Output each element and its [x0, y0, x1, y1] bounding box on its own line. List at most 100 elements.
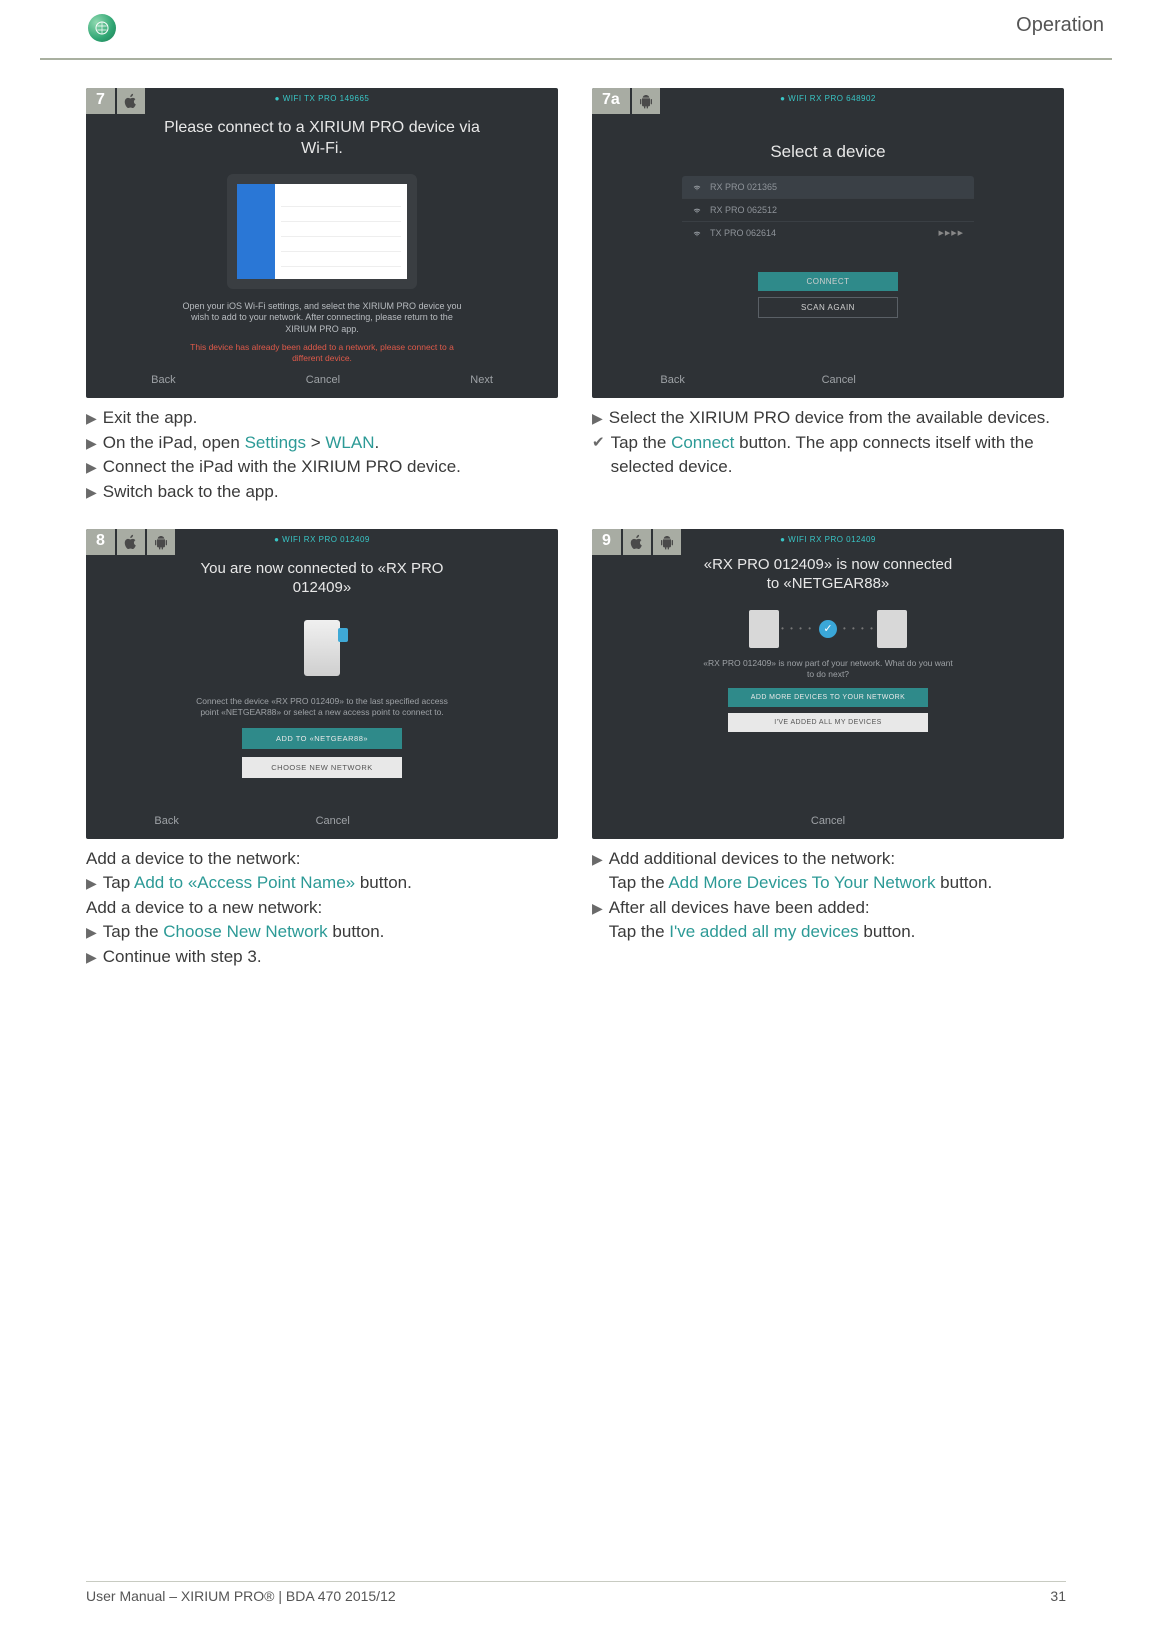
step7-instructions: ▶Exit the app. ▶On the iPad, open Settin…	[86, 406, 560, 505]
status-bar: ● WIFI TX PRO 149665	[275, 94, 370, 103]
instr-heading: Add a device to the network:	[86, 847, 560, 872]
checkmark-icon: ✓	[819, 620, 837, 638]
dots-icon: • • • •	[843, 624, 875, 633]
bullet-icon: ▶	[86, 406, 97, 430]
next-button[interactable]: Next	[470, 374, 493, 386]
instr-line: On the iPad, open Settings > WLAN.	[103, 431, 379, 456]
check-icon: ✔	[592, 431, 605, 455]
cancel-button[interactable]: Cancel	[306, 374, 340, 386]
bullet-icon: ▶	[86, 455, 97, 479]
step-number: 8	[86, 529, 115, 555]
add-to-ap-link: Add to «Access Point Name»	[134, 873, 355, 892]
step7a-block: 7a ● WIFI RX PRO 648902 Select a device …	[592, 88, 1066, 505]
bullet-icon: ▶	[86, 431, 97, 455]
connection-chain: • • • • ✓ • • • •	[592, 610, 1064, 648]
instr-line: Tap the Connect button. The app connects…	[611, 431, 1066, 480]
arrows-icon: ▶▶▶▶	[938, 229, 964, 237]
instr-line: Select the XIRIUM PRO device from the av…	[609, 406, 1050, 431]
wlan-link: WLAN	[325, 433, 374, 452]
android-icon	[653, 529, 681, 555]
cancel-button[interactable]: Cancel	[592, 815, 1064, 827]
apple-icon	[117, 88, 145, 114]
settings-link: Settings	[245, 433, 306, 452]
android-icon	[147, 529, 175, 555]
step9-instructions: ▶Add additional devices to the network: …	[592, 847, 1066, 946]
step8-badge: 8	[86, 529, 175, 555]
apple-icon	[117, 529, 145, 555]
status-bar: ● WIFI RX PRO 648902	[780, 94, 876, 103]
device-illustration	[298, 620, 346, 686]
bullet-icon: ▶	[86, 480, 97, 504]
instr-line: Tap the Add More Devices To Your Network…	[609, 871, 992, 896]
section-title: Operation	[1016, 14, 1104, 37]
screen-info: Open your iOS Wi-Fi settings, and select…	[86, 301, 558, 336]
screen-info: Connect the device «RX PRO 012409» to th…	[86, 696, 558, 718]
page-footer: User Manual – XIRIUM PRO® | BDA 470 2015…	[86, 1581, 1066, 1604]
step9-badge: 9	[592, 529, 681, 555]
device-row[interactable]: RX PRO 062512	[682, 198, 974, 221]
device-name: RX PRO 062512	[710, 205, 777, 215]
bullet-icon: ▶	[86, 871, 97, 895]
instr-line: Continue with step 3.	[103, 945, 262, 970]
instr-line: Connect the iPad with the XIRIUM PRO dev…	[103, 455, 461, 480]
screen-footer: Back Cancel Next	[86, 374, 558, 386]
footer-left: User Manual – XIRIUM PRO® | BDA 470 2015…	[86, 1588, 396, 1604]
spacer	[993, 374, 996, 386]
screen-warning: This device has already been added to a …	[86, 336, 558, 364]
page-number: 31	[1050, 1588, 1066, 1604]
spacer	[487, 815, 490, 827]
instr-line: Tap Add to «Access Point Name» button.	[103, 871, 412, 896]
screen-footer: Back Cancel	[86, 815, 558, 827]
screen-footer: Back Cancel	[592, 374, 1064, 386]
status-bar: ● WIFI RX PRO 012409	[274, 535, 370, 544]
device-row[interactable]: RX PRO 021365	[682, 176, 974, 198]
step8-block: 8 ● WIFI RX PRO 012409 You are now conne…	[86, 529, 560, 970]
device-box	[749, 610, 779, 648]
back-button[interactable]: Back	[154, 815, 178, 827]
bullet-icon: ▶	[592, 406, 603, 430]
add-more-link: Add More Devices To Your Network	[668, 873, 935, 892]
added-all-devices-button[interactable]: I'VE ADDED ALL MY DEVICES	[728, 713, 928, 732]
dots-icon: • • • •	[781, 624, 813, 633]
brand-logo	[88, 14, 116, 42]
step7a-instructions: ▶Select the XIRIUM PRO device from the a…	[592, 406, 1066, 480]
device-name: TX PRO 062614	[710, 228, 776, 238]
instr-line: After all devices have been added:	[609, 896, 870, 921]
apple-icon	[623, 529, 651, 555]
add-more-devices-button[interactable]: ADD MORE DEVICES TO YOUR NETWORK	[728, 688, 928, 707]
wifi-icon	[692, 205, 702, 215]
step9-screenshot: 9 ● WIFI RX PRO 012409 «RX PRO 012409» i…	[592, 529, 1064, 839]
content-grid: 7 ● WIFI TX PRO 149665 Please connect to…	[0, 60, 1152, 970]
step8-screenshot: 8 ● WIFI RX PRO 012409 You are now conne…	[86, 529, 558, 839]
step7-screenshot: 7 ● WIFI TX PRO 149665 Please connect to…	[86, 88, 558, 398]
scan-again-button[interactable]: SCAN AGAIN	[758, 297, 898, 318]
step-number: 9	[592, 529, 621, 555]
choose-network-link: Choose New Network	[163, 922, 327, 941]
instr-line: Add additional devices to the network:	[609, 847, 895, 872]
back-button[interactable]: Back	[151, 374, 175, 386]
step7-badge: 7	[86, 88, 145, 114]
instr-heading: Add a device to a new network:	[86, 896, 560, 921]
back-button[interactable]: Back	[660, 374, 684, 386]
connect-button[interactable]: CONNECT	[758, 272, 898, 291]
choose-new-network-button[interactable]: CHOOSE NEW NETWORK	[242, 757, 402, 778]
device-row[interactable]: TX PRO 062614 ▶▶▶▶	[682, 221, 974, 244]
action-buttons: CONNECT SCAN AGAIN	[592, 272, 1064, 318]
bullet-icon: ▶	[592, 847, 603, 871]
wifi-icon	[692, 182, 702, 192]
connect-link: Connect	[671, 433, 734, 452]
wifi-icon	[692, 228, 702, 238]
step9-block: 9 ● WIFI RX PRO 012409 «RX PRO 012409» i…	[592, 529, 1066, 970]
cancel-button[interactable]: Cancel	[316, 815, 350, 827]
instr-line: Exit the app.	[103, 406, 198, 431]
add-to-network-button[interactable]: ADD TO «NETGEAR88»	[242, 728, 402, 749]
android-icon	[632, 88, 660, 114]
instr-line: Tap the I've added all my devices button…	[609, 920, 916, 945]
router-box	[877, 610, 907, 648]
instr-line: Tap the Choose New Network button.	[103, 920, 385, 945]
bullet-icon: ▶	[86, 945, 97, 969]
step8-instructions: Add a device to the network: ▶Tap Add to…	[86, 847, 560, 970]
screen-info: «RX PRO 012409» is now part of your netw…	[592, 654, 1064, 680]
bullet-icon: ▶	[592, 896, 603, 920]
cancel-button[interactable]: Cancel	[822, 374, 856, 386]
